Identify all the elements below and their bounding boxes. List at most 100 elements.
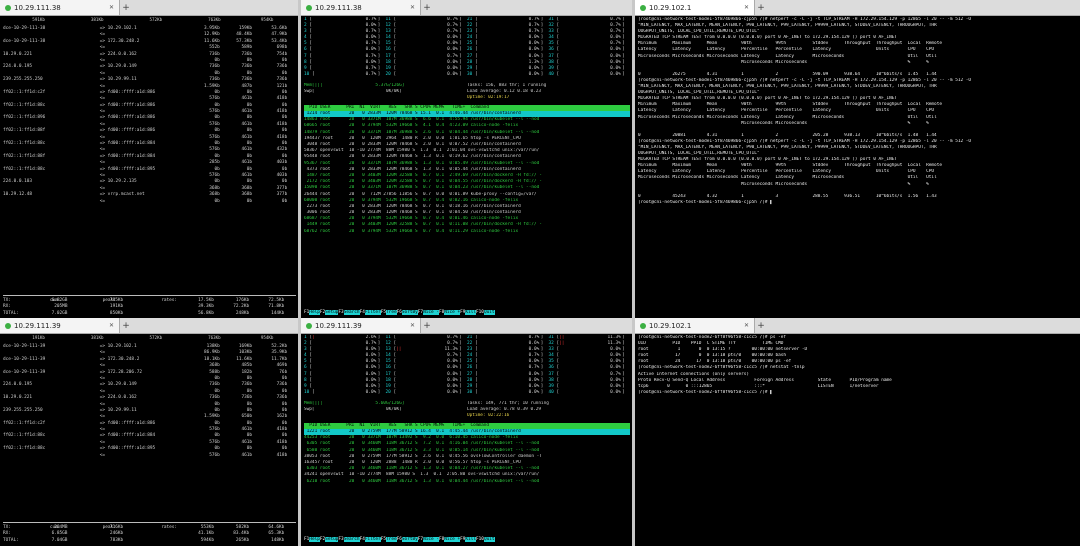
meter-bracket: [: [472, 17, 478, 22]
host-name: 10.29.12.48: [3, 192, 33, 198]
summary-value: rates:: [161, 524, 178, 530]
session-tab[interactable]: 10.29.111.39 ✕: [0, 318, 120, 333]
session-tab[interactable]: 10.29.102.1 ✕: [635, 318, 755, 333]
meter-bracket: [: [390, 335, 397, 340]
function-key-f3[interactable]: F3: [338, 537, 344, 542]
close-tab-icon[interactable]: ✕: [107, 4, 116, 11]
cpu-percent: 0.7%: [365, 71, 377, 77]
peer-address: <=: [99, 160, 105, 166]
host-name: ff02::1:ff1d:88c: [3, 102, 46, 108]
rate-value: 76b: [279, 369, 288, 375]
rate-value: 461b: [241, 96, 253, 102]
meter-bracket: [: [306, 371, 312, 377]
peer-address: => vrrp.mcast.net: [99, 192, 145, 198]
session-tab[interactable]: 10.29.111.38 ✕: [301, 0, 421, 15]
peer-address: <=: [99, 198, 105, 204]
meter-bracket: [: [472, 371, 478, 377]
terminal-output[interactable]: 1 [| 2.6%] 2 [0.7%] 3 [0.0%] 4 [0.0%] 5 [0.0%…: [304, 335, 630, 544]
rate-value: 57.3Kb: [236, 38, 253, 44]
close-tab-icon[interactable]: ✕: [107, 322, 116, 329]
rate-value: 432b: [276, 147, 288, 153]
scale-tick-label: 572Kb: [149, 17, 163, 22]
process-row[interactable]: 6210 root 20 0 3460M 118M 36712 S 1.3 0.…: [304, 479, 630, 485]
close-tab-icon[interactable]: ✕: [408, 322, 417, 329]
process-row[interactable]: 68762 root 20 0 3794M 532M 19668 S 0.7 0…: [304, 229, 630, 235]
cpu-usage-bar: ||: [559, 335, 565, 340]
close-tab-icon[interactable]: ✕: [742, 4, 751, 11]
cpu-meter: 30 [0.0%]: [467, 72, 545, 78]
function-key-f10[interactable]: F10: [476, 310, 484, 315]
peer-address: <=: [99, 83, 105, 89]
summary-value: 248Kb: [235, 310, 250, 316]
rate-value: 121b: [276, 83, 288, 89]
bandwidth-scale: 591Kb 381Kb 572Kb 763Kb 954Kb: [3, 17, 296, 23]
peer-address: <=: [99, 350, 105, 356]
connection-row: <= 576b 461b 418b: [3, 453, 296, 459]
function-key-f3[interactable]: F3: [338, 310, 344, 315]
rate-value: 736b: [276, 64, 288, 70]
rate-value: 0b: [214, 388, 220, 394]
meter-bracket: [: [306, 23, 312, 29]
cpu-meters: 1 [0.7%] 2 [0.0%] 3 [0.7%] 4 [0.0%] 5 [0.7%]…: [304, 17, 630, 83]
session-tab[interactable]: 10.29.111.38 ✕: [0, 0, 120, 15]
rate-value: 736b: [241, 51, 253, 57]
session-tab[interactable]: 10.29.102.1 ✕: [635, 0, 755, 15]
session-tab[interactable]: 10.29.111.39 ✕: [301, 318, 421, 333]
meter-bracket: [: [306, 383, 312, 389]
new-tab-icon[interactable]: +: [120, 0, 132, 15]
rate-value: 736b: [241, 395, 253, 401]
host-name: dce-10-29-111-39: [3, 344, 46, 349]
close-tab-icon[interactable]: ✕: [742, 322, 751, 329]
meter-bracket: [: [306, 41, 312, 47]
peer-address: <=: [99, 70, 105, 76]
memory-summary: Mem[||| 5.60G/126G] Swp[ 0K/0K] Tasks: 149…: [304, 401, 630, 423]
cpu-percent: 0.0%: [610, 71, 621, 77]
function-key-bar: F1HelpF2SetupF3SearchF4FilterF5TreeF6Sor…: [304, 310, 630, 317]
terminal-output[interactable]: 591Kb 381Kb 572Kb 763Kb 954Kb dce-10-29-111-3…: [3, 17, 296, 317]
rate-value: 0b: [214, 102, 220, 108]
host-name: ff02::1:ff1d:88c: [3, 141, 46, 147]
function-key-label: Kill: [465, 310, 476, 315]
rate-value: 0b: [281, 446, 288, 452]
meter-bracket: [: [390, 377, 397, 383]
terminal-output[interactable]: [root@cni-network-test-mode1-5f87469866-…: [638, 17, 1078, 317]
summary-value: 204MB: [54, 524, 68, 530]
rate-value: 698b: [276, 45, 288, 51]
cpu-percent: 0.0%: [610, 389, 621, 395]
scale-tick-label: 763Kb: [208, 335, 221, 340]
terminal-pane: 10.29.111.39 ✕ +1 [| 2.6%] 2 [0.7%] 3 [0.0%] 4…: [301, 318, 632, 546]
process-list: 1214 root 20 0 2833M 120M 78468 S 15.1 0…: [304, 111, 630, 235]
peer-address: => 224.0.0.162: [99, 51, 137, 57]
terminal-output[interactable]: 1 [0.7%] 2 [0.0%] 3 [0.7%] 4 [0.0%] 5 [0.7%]…: [304, 17, 630, 317]
peer-address: => 10.29.0.149: [99, 64, 137, 70]
function-key-label: Setup: [325, 537, 339, 542]
terminal-output[interactable]: [root@cni-network-test-node2-6ff8f96f58-…: [638, 335, 1078, 544]
meter-bracket: [: [553, 65, 560, 71]
close-tab-icon[interactable]: ✕: [408, 4, 417, 11]
meter-bracket: [: [553, 29, 560, 35]
meter-bracket: ]: [459, 71, 462, 77]
new-tab-icon[interactable]: +: [421, 0, 433, 15]
terminal-output[interactable]: 191Kb 381Kb 572Kb 763Kb 954Kb dce-10-29-111-3…: [3, 335, 296, 544]
rate-value: 0b: [214, 115, 220, 121]
peer-address: => 10.29.0.149: [99, 382, 137, 388]
rate-value: 368b: [209, 363, 220, 369]
rate-value: 469b: [276, 363, 288, 369]
new-tab-icon[interactable]: +: [421, 318, 433, 333]
cpu-meter-column: 1 [| 2.6%] 2 [0.7%] 3 [0.0%] 4 [0.0%] 5 [0.0%…: [304, 335, 382, 396]
session-tab-label: 10.29.102.1: [649, 321, 692, 330]
rate-value: 403b: [276, 160, 288, 166]
summary-value: 7.04GB: [51, 537, 68, 543]
cpu-usage-bar: ||: [396, 347, 402, 353]
meter-bracket: [: [309, 389, 315, 395]
cpu-meters: 1 [| 2.6%] 2 [0.7%] 3 [0.0%] 4 [0.0%] 5 [0.0%…: [304, 335, 630, 401]
terminal-line: [root@cni-network-test-mode1-5f87469866-…: [638, 199, 773, 205]
function-key-f10[interactable]: F10: [476, 537, 484, 542]
meter-bracket: [: [390, 353, 397, 359]
meter-bracket: [: [553, 371, 560, 377]
peer-address: <=: [99, 134, 105, 140]
new-tab-icon[interactable]: +: [755, 0, 767, 15]
new-tab-icon[interactable]: +: [120, 318, 132, 333]
new-tab-icon[interactable]: +: [755, 318, 767, 333]
summary-value: 716Kb: [109, 524, 124, 530]
